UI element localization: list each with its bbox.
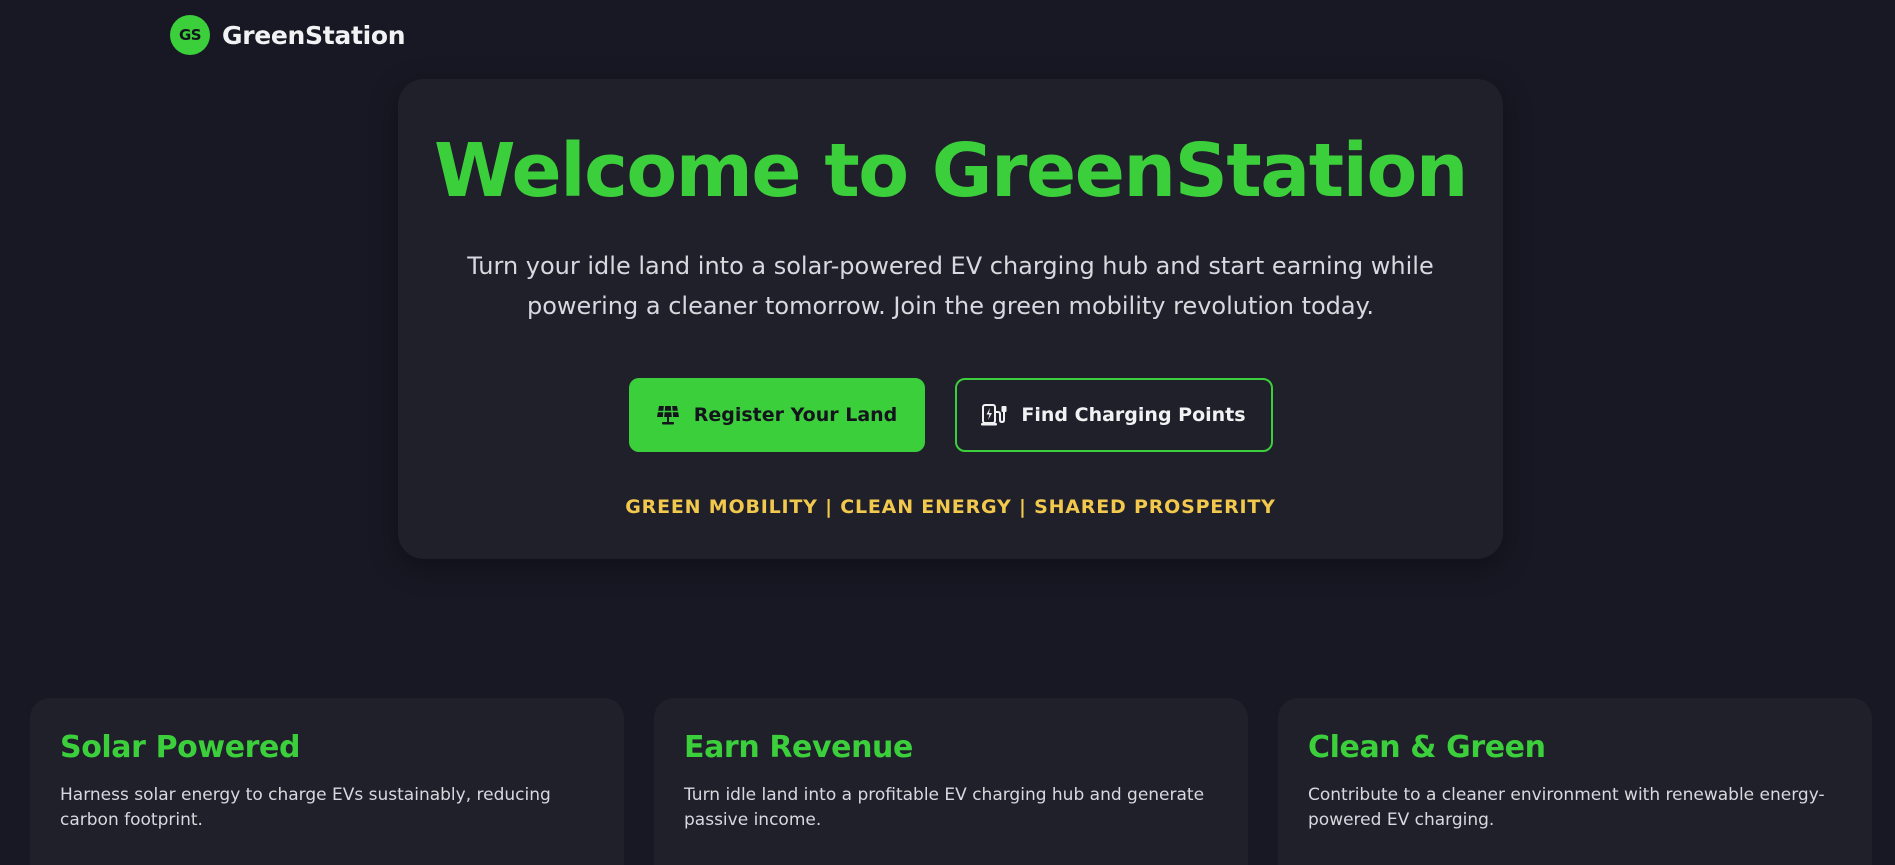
feature-title: Earn Revenue: [684, 730, 913, 765]
register-land-button[interactable]: Register Your Land: [628, 378, 925, 453]
register-land-label: Register Your Land: [693, 404, 898, 427]
feature-title: Solar Powered: [60, 730, 301, 765]
page: GS GreenStation Welcome to GreenStation …: [0, 0, 1895, 865]
find-charging-points-button[interactable]: Find Charging Points: [954, 378, 1273, 453]
hero-card: Welcome to GreenStation Turn your idle l…: [398, 79, 1503, 559]
brand-logo[interactable]: GS GreenStation: [170, 15, 406, 55]
brand-name: GreenStation: [222, 20, 406, 50]
feature-description: Turn idle land into a profitable EV char…: [684, 785, 1205, 830]
feature-description: Contribute to a cleaner environment with…: [1308, 785, 1825, 830]
tagline: GREEN MOBILITY | CLEAN ENERGY | SHARED P…: [625, 496, 1276, 519]
find-charging-points-label: Find Charging Points: [1021, 404, 1246, 427]
feature-title: Clean & Green: [1308, 730, 1546, 765]
feature-card-solar: Solar Powered Harness solar energy to ch…: [30, 698, 624, 865]
features: Solar Powered Harness solar energy to ch…: [30, 698, 1872, 865]
feature-description: Harness solar energy to charge EVs susta…: [60, 785, 551, 830]
solar-panel-icon: [656, 404, 680, 426]
feature-card-green: Clean & Green Contribute to a cleaner en…: [1278, 698, 1872, 865]
logo-badge: GS: [170, 15, 210, 55]
charging-station-icon: [981, 403, 1007, 427]
feature-card-revenue: Earn Revenue Turn idle land into a profi…: [654, 698, 1248, 865]
hero-subtitle: Turn your idle land into a solar-powered…: [467, 252, 1434, 321]
hero-actions: Register Your Land Find Charging Points: [398, 378, 1503, 453]
hero-title: Welcome to GreenStation: [434, 128, 1468, 214]
